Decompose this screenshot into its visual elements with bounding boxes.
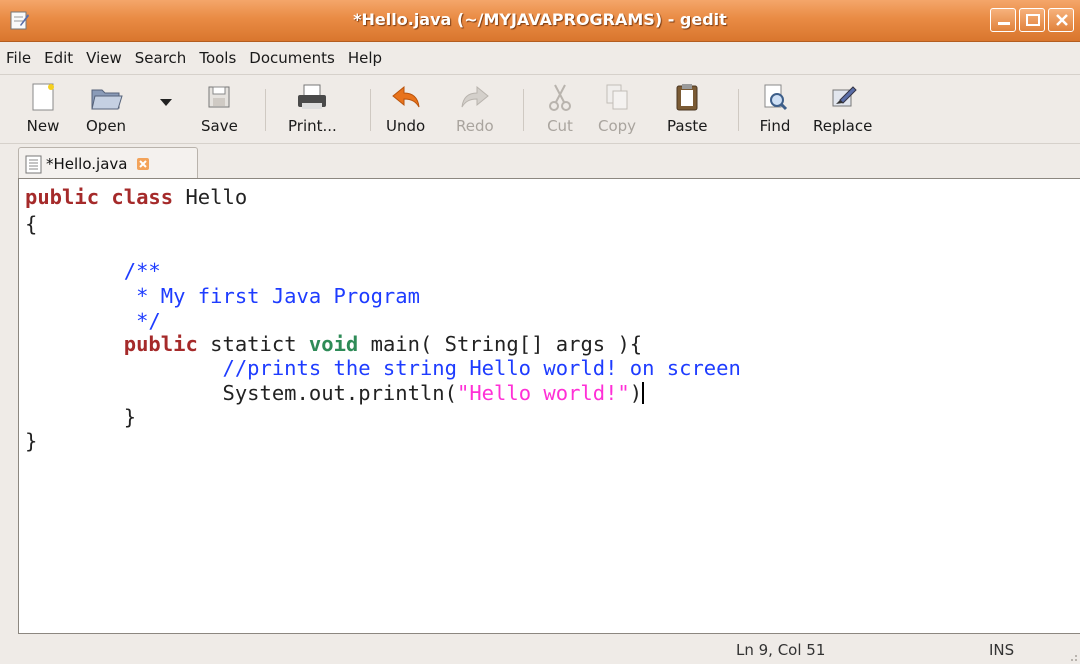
printer-icon	[298, 84, 327, 109]
find-magnifier-icon	[764, 84, 788, 111]
copy-icon	[606, 84, 628, 110]
code-line-9: System.out.println("Hello world!")	[25, 381, 645, 405]
open-recent-dropdown-icon[interactable]	[160, 99, 172, 107]
replace-button[interactable]: Replace	[813, 81, 872, 135]
status-bar: Ln 9, Col 51 INS	[0, 634, 1080, 664]
open-folder-icon	[91, 89, 123, 110]
close-icon	[1056, 14, 1068, 26]
redo-button[interactable]: Redo	[456, 81, 494, 135]
code-line-2: {	[25, 212, 38, 236]
paste-clipboard-icon	[676, 84, 698, 111]
menu-bar: File Edit View Search Tools Documents He…	[0, 43, 1080, 73]
code-line-4: /**	[25, 259, 161, 283]
copy-button[interactable]: Copy	[598, 81, 636, 135]
menu-edit[interactable]: Edit	[44, 49, 73, 67]
undo-icon	[391, 85, 420, 108]
text-caret	[642, 382, 645, 404]
redo-icon	[461, 85, 489, 108]
minimize-icon	[998, 22, 1010, 25]
code-editor[interactable]: public class Hello { /** * My first Java…	[18, 178, 1080, 634]
maximize-icon	[1026, 14, 1040, 26]
insert-mode-indicator: INS	[989, 641, 1015, 659]
find-replace-icon	[832, 86, 857, 107]
code-line-11: }	[25, 429, 38, 453]
new-document-icon	[32, 83, 54, 111]
minimize-button[interactable]	[990, 8, 1016, 32]
toolbar-separator	[738, 89, 739, 131]
undo-button[interactable]: Undo	[386, 81, 425, 135]
resize-grip-icon[interactable]	[1066, 650, 1078, 662]
close-tab-icon[interactable]	[137, 158, 150, 170]
find-button[interactable]: Find	[758, 81, 792, 135]
code-line-8: //prints the string Hello world! on scre…	[25, 356, 741, 380]
scissors-icon	[549, 84, 571, 111]
toolbar-separator	[265, 89, 266, 131]
save-icon	[208, 86, 230, 108]
code-line-5: * My first Java Program	[25, 284, 420, 308]
code-line-7: public statict void main( String[] args …	[123, 332, 643, 356]
title-bar: *Hello.java (~/MYJAVAPROGRAMS) - gedit	[0, 0, 1080, 42]
menu-search[interactable]: Search	[135, 49, 187, 67]
cut-button[interactable]: Cut	[543, 81, 577, 135]
toolbar: New Open Save Print... Undo Redo Cut Cop…	[0, 74, 1080, 144]
toolbar-separator	[370, 89, 371, 131]
toolbar-separator	[523, 89, 524, 131]
open-button[interactable]: Open	[86, 81, 126, 135]
window-title: *Hello.java (~/MYJAVAPROGRAMS) - gedit	[353, 10, 727, 29]
print-button[interactable]: Print...	[288, 81, 337, 135]
menu-documents[interactable]: Documents	[249, 49, 335, 67]
tab-label: *Hello.java	[46, 155, 128, 173]
tab-hello-java[interactable]: *Hello.java	[18, 147, 198, 180]
code-line-1: public class Hello	[25, 185, 248, 209]
menu-tools[interactable]: Tools	[199, 49, 236, 67]
paste-button[interactable]: Paste	[667, 81, 708, 135]
document-tab-bar: *Hello.java	[0, 145, 1080, 180]
cursor-position: Ln 9, Col 51	[736, 641, 826, 659]
code-line-6: */	[25, 309, 161, 333]
text-document-icon	[25, 155, 42, 173]
maximize-button[interactable]	[1019, 8, 1045, 32]
menu-file[interactable]: File	[6, 49, 31, 67]
new-button[interactable]: New	[26, 81, 60, 135]
menu-view[interactable]: View	[86, 49, 122, 67]
close-window-button[interactable]	[1048, 8, 1074, 32]
save-button[interactable]: Save	[201, 81, 238, 135]
menu-help[interactable]: Help	[348, 49, 382, 67]
code-line-10: }	[25, 405, 137, 429]
